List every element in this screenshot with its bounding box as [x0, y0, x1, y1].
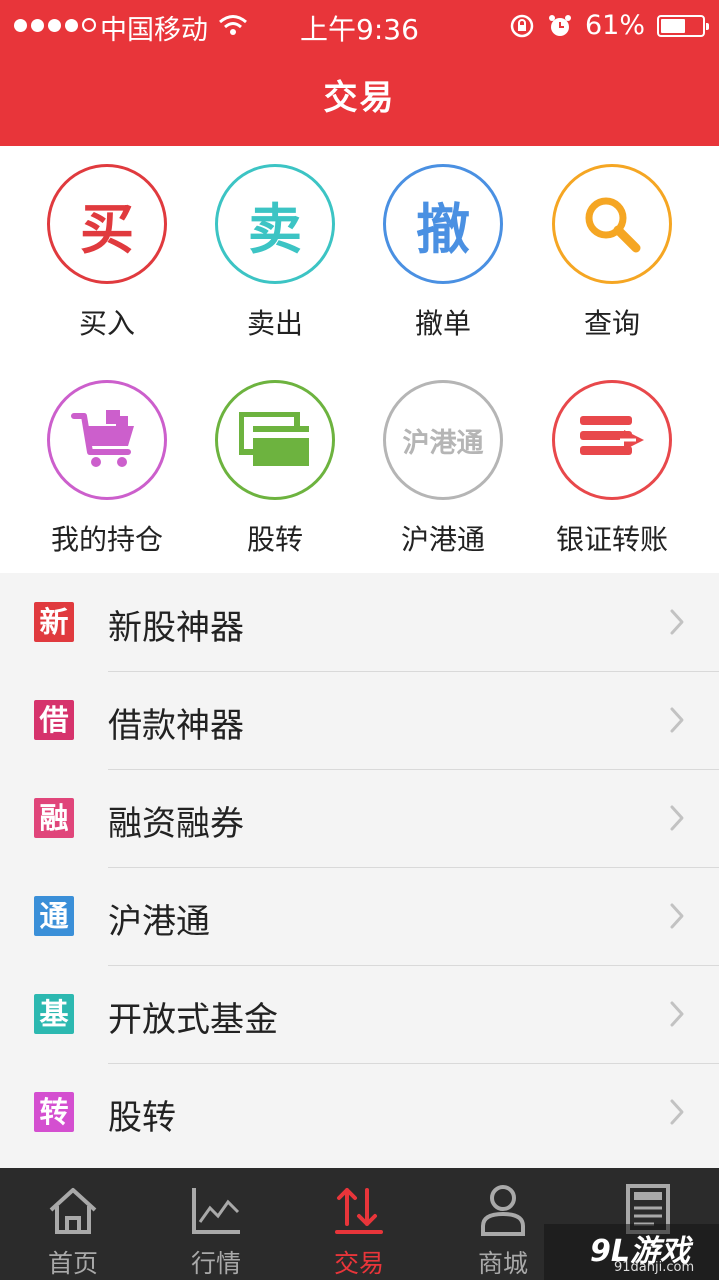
- sell-icon: 卖: [215, 164, 335, 284]
- chevron-right-icon: [670, 805, 684, 831]
- list-item[interactable]: 融融资融券: [0, 769, 719, 868]
- buy-icon: 买: [47, 164, 167, 284]
- list-badge-icon: 融: [34, 798, 74, 838]
- grid-item-label: 股转: [246, 523, 303, 556]
- list-item[interactable]: 借借款神器: [0, 671, 719, 770]
- alarm-icon: [548, 14, 571, 36]
- list-item-label: 借款神器: [108, 706, 244, 746]
- search-icon: [552, 164, 672, 284]
- tab-label: 交易: [333, 1249, 384, 1278]
- watermark-logo: 9L游戏 91danji.com: [544, 1224, 719, 1280]
- bank-transfer-icon: [552, 380, 672, 500]
- tab-label: 首页: [47, 1249, 98, 1278]
- grid-item-search[interactable]: 查询: [522, 164, 702, 342]
- list-badge-icon: 新: [34, 602, 74, 642]
- list-badge-icon: 通: [34, 896, 74, 936]
- list-item[interactable]: 基开放式基金: [0, 965, 719, 1064]
- grid-item-cart[interactable]: 我的持仓: [17, 380, 197, 558]
- grid-item-label: 我的持仓: [50, 523, 163, 556]
- grid-item-cancel-order[interactable]: 撤撤单: [353, 164, 533, 342]
- battery-icon: [657, 14, 709, 37]
- list-item-label: 融资融券: [108, 804, 244, 844]
- stock-transfer-icon: [215, 380, 335, 500]
- store-user-icon: [481, 1185, 525, 1236]
- battery-percent: 61%: [584, 10, 645, 41]
- grid-item-label: 卖出: [246, 307, 303, 340]
- chevron-right-icon: [670, 609, 684, 635]
- tab-label: 行情: [190, 1249, 241, 1278]
- menu-list: 新新股神器借借款神器融融资融券通沪港通基开放式基金转股转: [0, 573, 719, 1161]
- page-title: 交易: [323, 78, 396, 118]
- chevron-right-icon: [670, 903, 684, 929]
- chevron-right-icon: [670, 707, 684, 733]
- tab-trade[interactable]: 交易: [299, 1168, 419, 1280]
- market-chart-icon: [192, 1188, 240, 1234]
- grid-item-stock-transfer[interactable]: 股转: [185, 380, 365, 558]
- list-item-label: 开放式基金: [108, 1000, 278, 1040]
- grid-item-label: 银证转账: [555, 523, 668, 556]
- grid-item-label: 查询: [583, 307, 640, 340]
- home-icon: [49, 1188, 97, 1234]
- trade-icon: [335, 1188, 383, 1234]
- list-item-label: 股转: [108, 1098, 176, 1138]
- chevron-right-icon: [670, 1099, 684, 1125]
- tab-market-chart[interactable]: 行情: [156, 1168, 276, 1280]
- action-grid: 买买入卖卖出撤撤单 查询 我的持仓 股转 沪港通 沪港通 银证转账: [0, 146, 719, 573]
- hk-connect-icon: 沪港通: [383, 380, 503, 500]
- list-badge-icon: 转: [34, 1092, 74, 1132]
- cart-icon: [47, 380, 167, 500]
- list-badge-icon: 基: [34, 994, 74, 1034]
- grid-item-sell[interactable]: 卖卖出: [185, 164, 365, 342]
- chevron-right-icon: [670, 1001, 684, 1027]
- list-item-label: 沪港通: [108, 902, 210, 942]
- grid-glyph: 沪港通: [402, 427, 484, 459]
- grid-glyph: 撤: [416, 197, 470, 261]
- list-item-label: 新股神器: [108, 608, 244, 648]
- list-item[interactable]: 通沪港通: [0, 867, 719, 966]
- cancel-order-icon: 撤: [383, 164, 503, 284]
- grid-item-buy[interactable]: 买买入: [17, 164, 197, 342]
- grid-item-bank-transfer[interactable]: 银证转账: [522, 380, 702, 558]
- tab-home[interactable]: 首页: [13, 1168, 133, 1280]
- list-item[interactable]: 转股转: [0, 1063, 719, 1161]
- grid-item-label: 买入: [78, 307, 135, 340]
- header-bar: 中国移动 上午9:36 61% 交易: [0, 0, 719, 146]
- grid-glyph: 卖: [248, 197, 302, 261]
- grid-item-label: 沪港通: [400, 523, 485, 556]
- list-badge-icon: 借: [34, 700, 74, 740]
- grid-glyph: 买: [80, 197, 134, 261]
- rotation-lock-icon: [510, 14, 534, 37]
- status-bar: 中国移动 上午9:36 61%: [0, 0, 719, 48]
- list-item[interactable]: 新新股神器: [0, 573, 719, 672]
- grid-item-hk-connect[interactable]: 沪港通 沪港通: [353, 380, 533, 558]
- grid-item-label: 撤单: [414, 307, 471, 340]
